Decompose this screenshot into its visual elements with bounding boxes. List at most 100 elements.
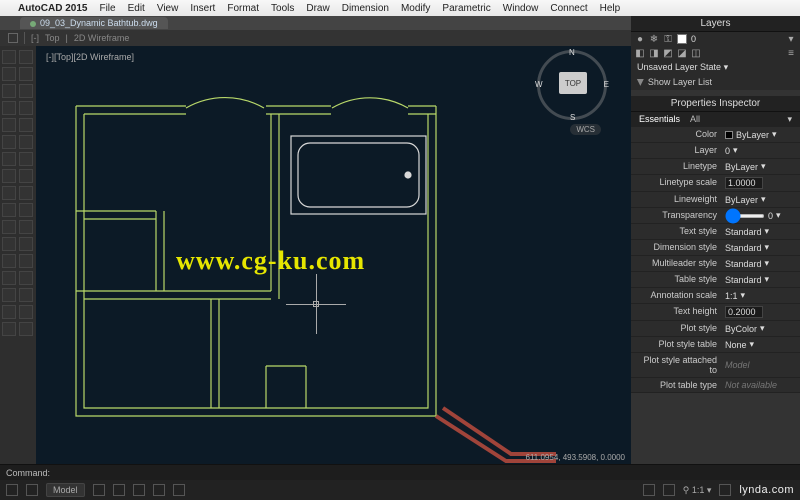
tool-extend-icon[interactable]	[19, 169, 33, 183]
prop-value[interactable]: 0.2000	[721, 304, 800, 321]
tool-move-icon[interactable]	[19, 118, 33, 132]
current-layer-row[interactable]: ● ❄ ⚿ 0 ▾	[631, 32, 800, 46]
layer-tool-2-icon[interactable]: ◨	[649, 48, 659, 58]
tool-explode-icon[interactable]	[2, 220, 16, 234]
prop-value[interactable]: ByLayer ▾	[721, 127, 800, 143]
tool-mirror-icon[interactable]	[19, 152, 33, 166]
menu-edit[interactable]: Edit	[128, 3, 145, 14]
prop-value[interactable]: 0 ▾	[721, 208, 800, 224]
prop-value[interactable]: 1:1 ▾	[721, 288, 800, 304]
numeric-field[interactable]: 0.2000	[725, 306, 763, 318]
layer-tool-4-icon[interactable]: ◪	[677, 48, 687, 58]
status-icon-2[interactable]	[26, 484, 38, 496]
lightbulb-icon[interactable]: ●	[635, 34, 645, 44]
tool-rotate-icon[interactable]	[19, 135, 33, 149]
tool-misc-1-icon[interactable]	[19, 305, 33, 319]
status-icon-anno[interactable]	[643, 484, 655, 496]
prop-value[interactable]: Standard ▾	[721, 240, 800, 256]
space-indicator[interactable]: Model	[46, 483, 85, 497]
menu-dimension[interactable]: Dimension	[342, 3, 389, 14]
compass-e[interactable]: E	[604, 80, 609, 89]
menu-file[interactable]: File	[99, 3, 115, 14]
tool-arc-icon[interactable]	[19, 67, 33, 81]
menu-insert[interactable]: Insert	[190, 3, 215, 14]
menu-parametric[interactable]: Parametric	[442, 3, 490, 14]
tool-ellipse-icon[interactable]	[19, 84, 33, 98]
menu-view[interactable]: View	[157, 3, 179, 14]
view-name[interactable]: Top	[45, 33, 60, 43]
color-swatch[interactable]	[725, 131, 733, 139]
toolbar-btn[interactable]	[8, 33, 18, 43]
model-space-viewport[interactable]: [-][Top][2D Wireframe]	[36, 46, 631, 464]
status-icon-ortho[interactable]	[133, 484, 145, 496]
menu-format[interactable]: Format	[227, 3, 259, 14]
tool-rectangle-icon[interactable]	[2, 84, 16, 98]
prop-value[interactable]: ByColor ▾	[721, 321, 800, 337]
tool-measure-icon[interactable]	[19, 220, 33, 234]
tool-erase-icon[interactable]	[19, 203, 33, 217]
prop-value[interactable]: ByLayer ▾	[721, 159, 800, 175]
tool-trim-icon[interactable]	[2, 169, 16, 183]
visual-style[interactable]: 2D Wireframe	[74, 33, 130, 43]
layer-tool-1-icon[interactable]: ◧	[635, 48, 645, 58]
layer-tool-3-icon[interactable]: ◩	[663, 48, 673, 58]
prop-value[interactable]: Standard ▾	[721, 224, 800, 240]
tab-all[interactable]: All	[690, 114, 700, 125]
layer-tool-5-icon[interactable]: ◫	[691, 48, 701, 58]
compass-n[interactable]: N	[569, 48, 575, 57]
status-icon-scale[interactable]	[663, 484, 675, 496]
freeze-icon[interactable]: ❄	[649, 34, 659, 44]
menu-draw[interactable]: Draw	[306, 3, 329, 14]
compass-w[interactable]: W	[535, 80, 543, 89]
tool-group-icon[interactable]	[2, 271, 16, 285]
status-icon-grid[interactable]	[93, 484, 105, 496]
tab-essentials[interactable]: Essentials	[639, 114, 680, 125]
tool-copy-icon[interactable]	[2, 135, 16, 149]
tool-hatch-icon[interactable]	[2, 101, 16, 115]
menu-tools[interactable]: Tools	[271, 3, 294, 14]
menu-connect[interactable]: Connect	[550, 3, 587, 14]
tool-line-icon[interactable]	[2, 50, 16, 64]
tool-block-icon[interactable]	[2, 237, 16, 251]
prop-value[interactable]: 1.0000	[721, 175, 800, 192]
prop-value[interactable]: ByLayer ▾	[721, 192, 800, 208]
prop-value[interactable]: Standard ▾	[721, 256, 800, 272]
menu-help[interactable]: Help	[600, 3, 621, 14]
command-line[interactable]: Command:	[0, 464, 800, 480]
tool-pan-icon[interactable]	[19, 288, 33, 302]
prop-value[interactable]: 0 ▾	[721, 143, 800, 159]
app-name[interactable]: AutoCAD 2015	[18, 3, 87, 14]
layer-state-dropdown[interactable]: Unsaved Layer State ▾	[631, 60, 800, 75]
tool-circle-icon[interactable]	[2, 67, 16, 81]
tool-misc-2-icon[interactable]	[2, 322, 16, 336]
tool-polyline-icon[interactable]	[19, 50, 33, 64]
status-icon-1[interactable]	[6, 484, 18, 496]
status-icon-osnap[interactable]	[173, 484, 185, 496]
menu-modify[interactable]: Modify	[401, 3, 430, 14]
status-icon-snap[interactable]	[113, 484, 125, 496]
show-layer-list-toggle[interactable]: ▶Show Layer List	[631, 75, 800, 90]
tool-fillet-icon[interactable]	[2, 186, 16, 200]
transparency-slider[interactable]	[725, 214, 765, 218]
tool-properties-icon[interactable]	[19, 254, 33, 268]
layer-tool-6-icon[interactable]: ≡	[786, 48, 796, 58]
document-tab[interactable]: 09_03_Dynamic Bathtub.dwg	[20, 17, 168, 29]
tool-ungroup-icon[interactable]	[19, 271, 33, 285]
prop-value[interactable]: Standard ▾	[721, 272, 800, 288]
tool-layer-icon[interactable]	[2, 254, 16, 268]
menu-window[interactable]: Window	[503, 3, 539, 14]
status-icon-gear[interactable]	[719, 484, 731, 496]
prop-value[interactable]: None ▾	[721, 337, 800, 353]
tool-array-icon[interactable]	[2, 203, 16, 217]
tool-insert-icon[interactable]	[19, 237, 33, 251]
status-icon-polar[interactable]	[153, 484, 165, 496]
numeric-field[interactable]: 1.0000	[725, 177, 763, 189]
tool-text-icon[interactable]	[19, 101, 33, 115]
panel-collapse-icon[interactable]: ▾	[787, 114, 792, 125]
chevron-down-icon[interactable]: ▾	[786, 34, 796, 44]
tool-help-icon[interactable]	[2, 305, 16, 319]
tool-scale-icon[interactable]	[2, 152, 16, 166]
wcs-indicator[interactable]: WCS	[570, 124, 601, 135]
viewcube-face[interactable]: TOP	[559, 72, 587, 94]
tool-misc-3-icon[interactable]	[19, 322, 33, 336]
